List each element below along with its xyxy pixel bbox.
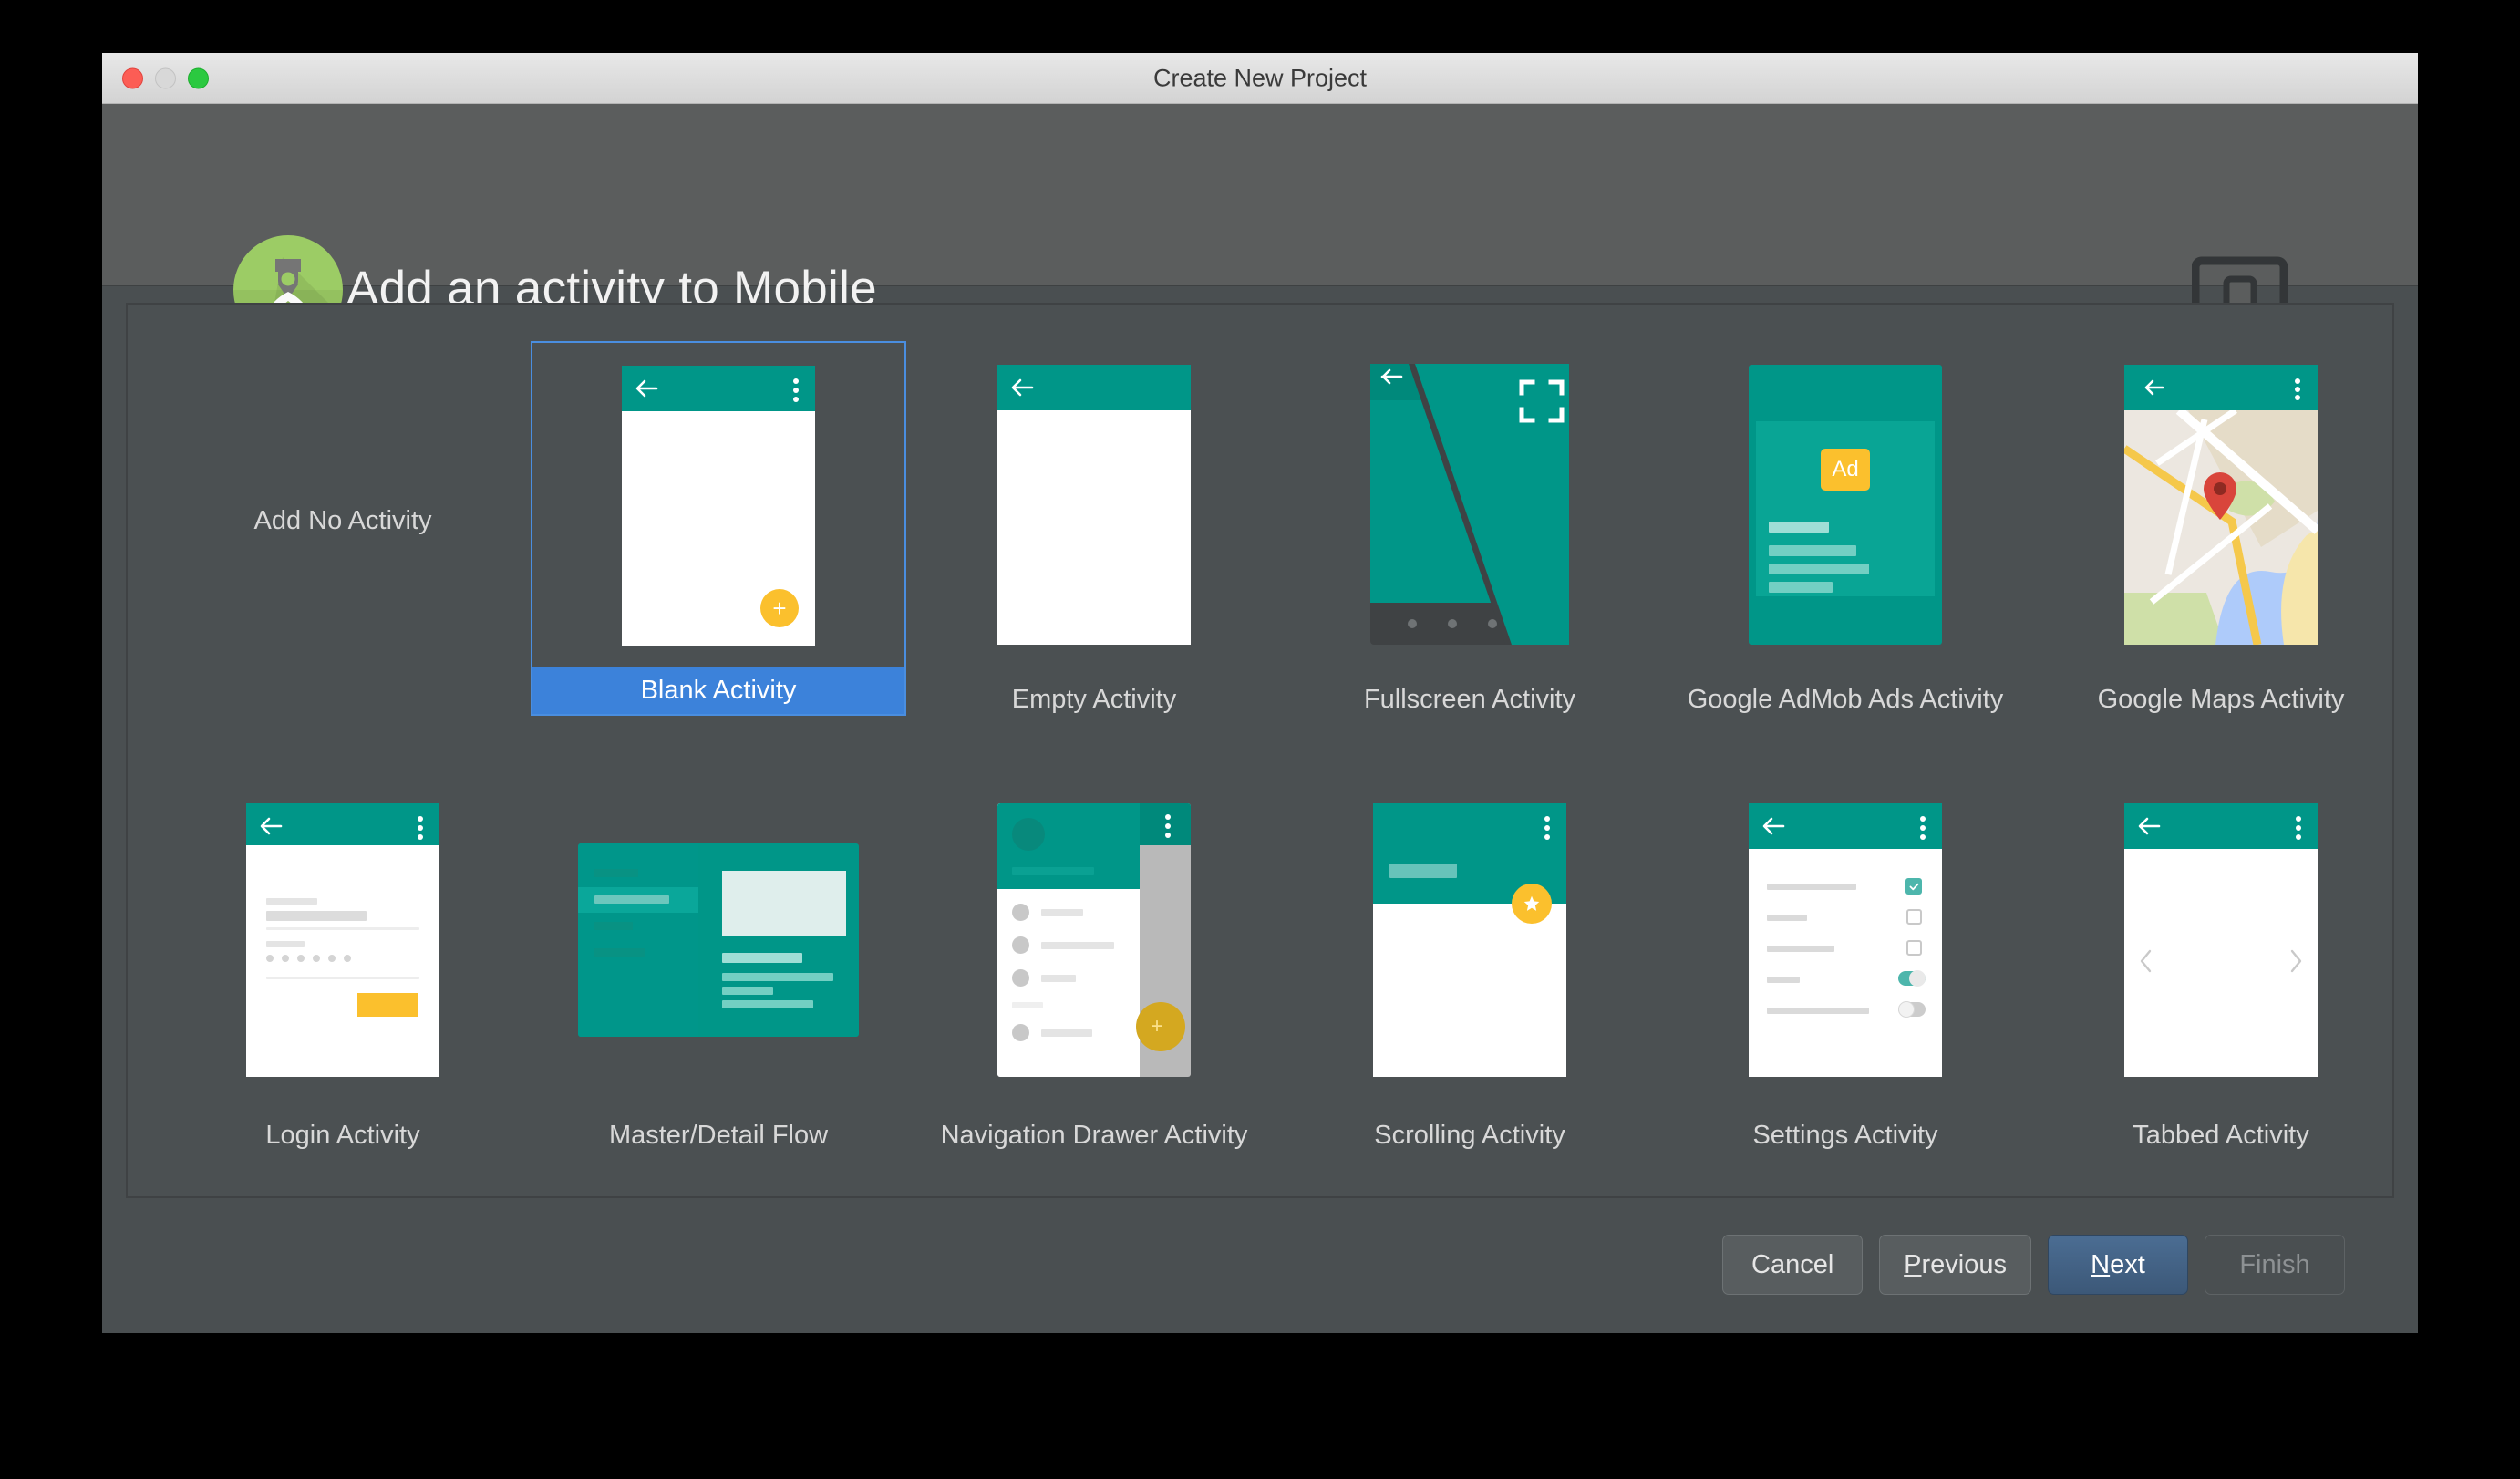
floating-action-button: + xyxy=(1136,1002,1185,1051)
floating-action-button: + xyxy=(760,588,799,627)
previous-button-label: Previous xyxy=(1904,1249,2007,1279)
activity-option-blank-activity[interactable]: + Blank Activity xyxy=(531,336,906,723)
overflow-menu-icon xyxy=(418,816,423,843)
activity-option-settings-activity[interactable]: Settings Activity xyxy=(1658,771,2033,1159)
activity-label: Empty Activity xyxy=(1011,685,1177,714)
toggle-off xyxy=(1898,1001,1926,1018)
checkbox-unchecked xyxy=(1906,940,1922,956)
back-arrow-icon xyxy=(635,379,658,397)
previous-button[interactable]: Previous xyxy=(1879,1235,2031,1295)
back-arrow-icon xyxy=(260,817,283,835)
toggle-on xyxy=(1898,970,1926,987)
activity-thumbnail-empty xyxy=(906,341,1282,667)
overflow-menu-icon xyxy=(2296,816,2301,843)
activity-label: Google Maps Activity xyxy=(2097,685,2345,714)
password-dots xyxy=(266,955,351,962)
activity-label: Fullscreen Activity xyxy=(1363,685,1576,714)
activity-option-add-no-activity[interactable]: Add No Activity xyxy=(155,336,531,723)
activity-thumbnail-settings xyxy=(1658,777,2033,1103)
create-new-project-window: Create New Project Add an activity to Mo… xyxy=(102,53,2418,1333)
activity-label: Navigation Drawer Activity xyxy=(940,1121,1248,1150)
activity-thumbnail-tabbed xyxy=(2033,777,2409,1103)
activity-option-fullscreen-activity[interactable]: Fullscreen Activity xyxy=(1282,336,1658,723)
chevron-right-icon xyxy=(2290,949,2302,973)
activity-thumbnail-masterdetail xyxy=(531,777,906,1103)
cancel-button[interactable]: Cancel xyxy=(1722,1235,1864,1295)
activity-label: Add No Activity xyxy=(253,506,432,535)
activity-thumbnail-fullscreen xyxy=(1282,341,1658,667)
activity-option-navigation-drawer-activity[interactable]: + Navigation Drawer Activity xyxy=(906,771,1282,1159)
overflow-menu-icon xyxy=(1544,816,1550,843)
overflow-menu-icon xyxy=(1165,814,1171,842)
next-button[interactable]: Next xyxy=(2048,1235,2188,1295)
back-arrow-icon xyxy=(1762,817,1785,835)
chevron-left-icon xyxy=(2140,949,2152,973)
window-title-bar: Create New Project xyxy=(102,53,2418,104)
activity-option-master-detail-flow[interactable]: Master/Detail Flow xyxy=(531,771,906,1159)
finish-button-label: Finish xyxy=(2239,1249,2310,1279)
activity-thumbnail-maps xyxy=(2033,341,2409,667)
checkbox-checked xyxy=(1905,878,1922,895)
activity-thumbnail-login xyxy=(155,777,531,1103)
activity-option-google-admob-ads-activity[interactable]: Ad Google AdMob Ads Activity xyxy=(1658,336,2033,723)
activity-option-scrolling-activity[interactable]: Scrolling Activity xyxy=(1282,771,1658,1159)
window-title: Create New Project xyxy=(1152,64,1368,91)
activity-template-panel: Add No Activity + Blank Activity Empty A… xyxy=(126,303,2394,1198)
dialog-footer: Cancel Previous Next Finish xyxy=(102,1198,2418,1333)
wizard-button-group: Cancel Previous Next Finish xyxy=(1722,1235,2345,1295)
activity-label: Login Activity xyxy=(265,1121,420,1150)
activity-label: Settings Activity xyxy=(1752,1121,1938,1150)
back-arrow-icon xyxy=(1011,378,1034,396)
cancel-button-label: Cancel xyxy=(1751,1249,1834,1279)
overflow-menu-icon xyxy=(793,378,799,406)
activity-label: Tabbed Activity xyxy=(2133,1121,2309,1150)
activity-thumbnail-admob: Ad xyxy=(1658,341,2033,667)
submit-button xyxy=(357,993,418,1017)
activity-thumbnail-blank: + xyxy=(532,343,904,667)
ad-badge: Ad xyxy=(1821,448,1870,491)
activity-thumbnail-navdrawer: + xyxy=(906,777,1282,1103)
activity-option-tabbed-activity[interactable]: Tabbed Activity xyxy=(2033,771,2409,1159)
back-arrow-icon xyxy=(2138,817,2161,835)
activity-option-empty-activity[interactable]: Empty Activity xyxy=(906,336,1282,723)
activity-label: Master/Detail Flow xyxy=(608,1121,829,1150)
dialog-header: Add an activity to Mobile xyxy=(102,104,2418,345)
selection-frame: + Blank Activity xyxy=(531,341,906,716)
finish-button: Finish xyxy=(2205,1235,2345,1295)
activity-row-2: Login Activity Master/Detail Flow + Navi… xyxy=(128,751,2392,1159)
overflow-menu-icon xyxy=(1920,816,1926,843)
activity-label: Scrolling Activity xyxy=(1374,1121,1565,1150)
activity-label: Google AdMob Ads Activity xyxy=(1687,685,2004,714)
next-button-label: Next xyxy=(2091,1249,2145,1279)
activity-label: Blank Activity xyxy=(532,667,904,714)
activity-option-google-maps-activity[interactable]: Google Maps Activity xyxy=(2033,336,2409,723)
activity-option-login-activity[interactable]: Login Activity xyxy=(155,771,531,1159)
checkbox-unchecked xyxy=(1906,909,1922,925)
floating-action-button xyxy=(1512,884,1552,924)
activity-row-1: Add No Activity + Blank Activity Empty A… xyxy=(128,315,2392,723)
activity-thumbnail-scrolling xyxy=(1282,777,1658,1103)
